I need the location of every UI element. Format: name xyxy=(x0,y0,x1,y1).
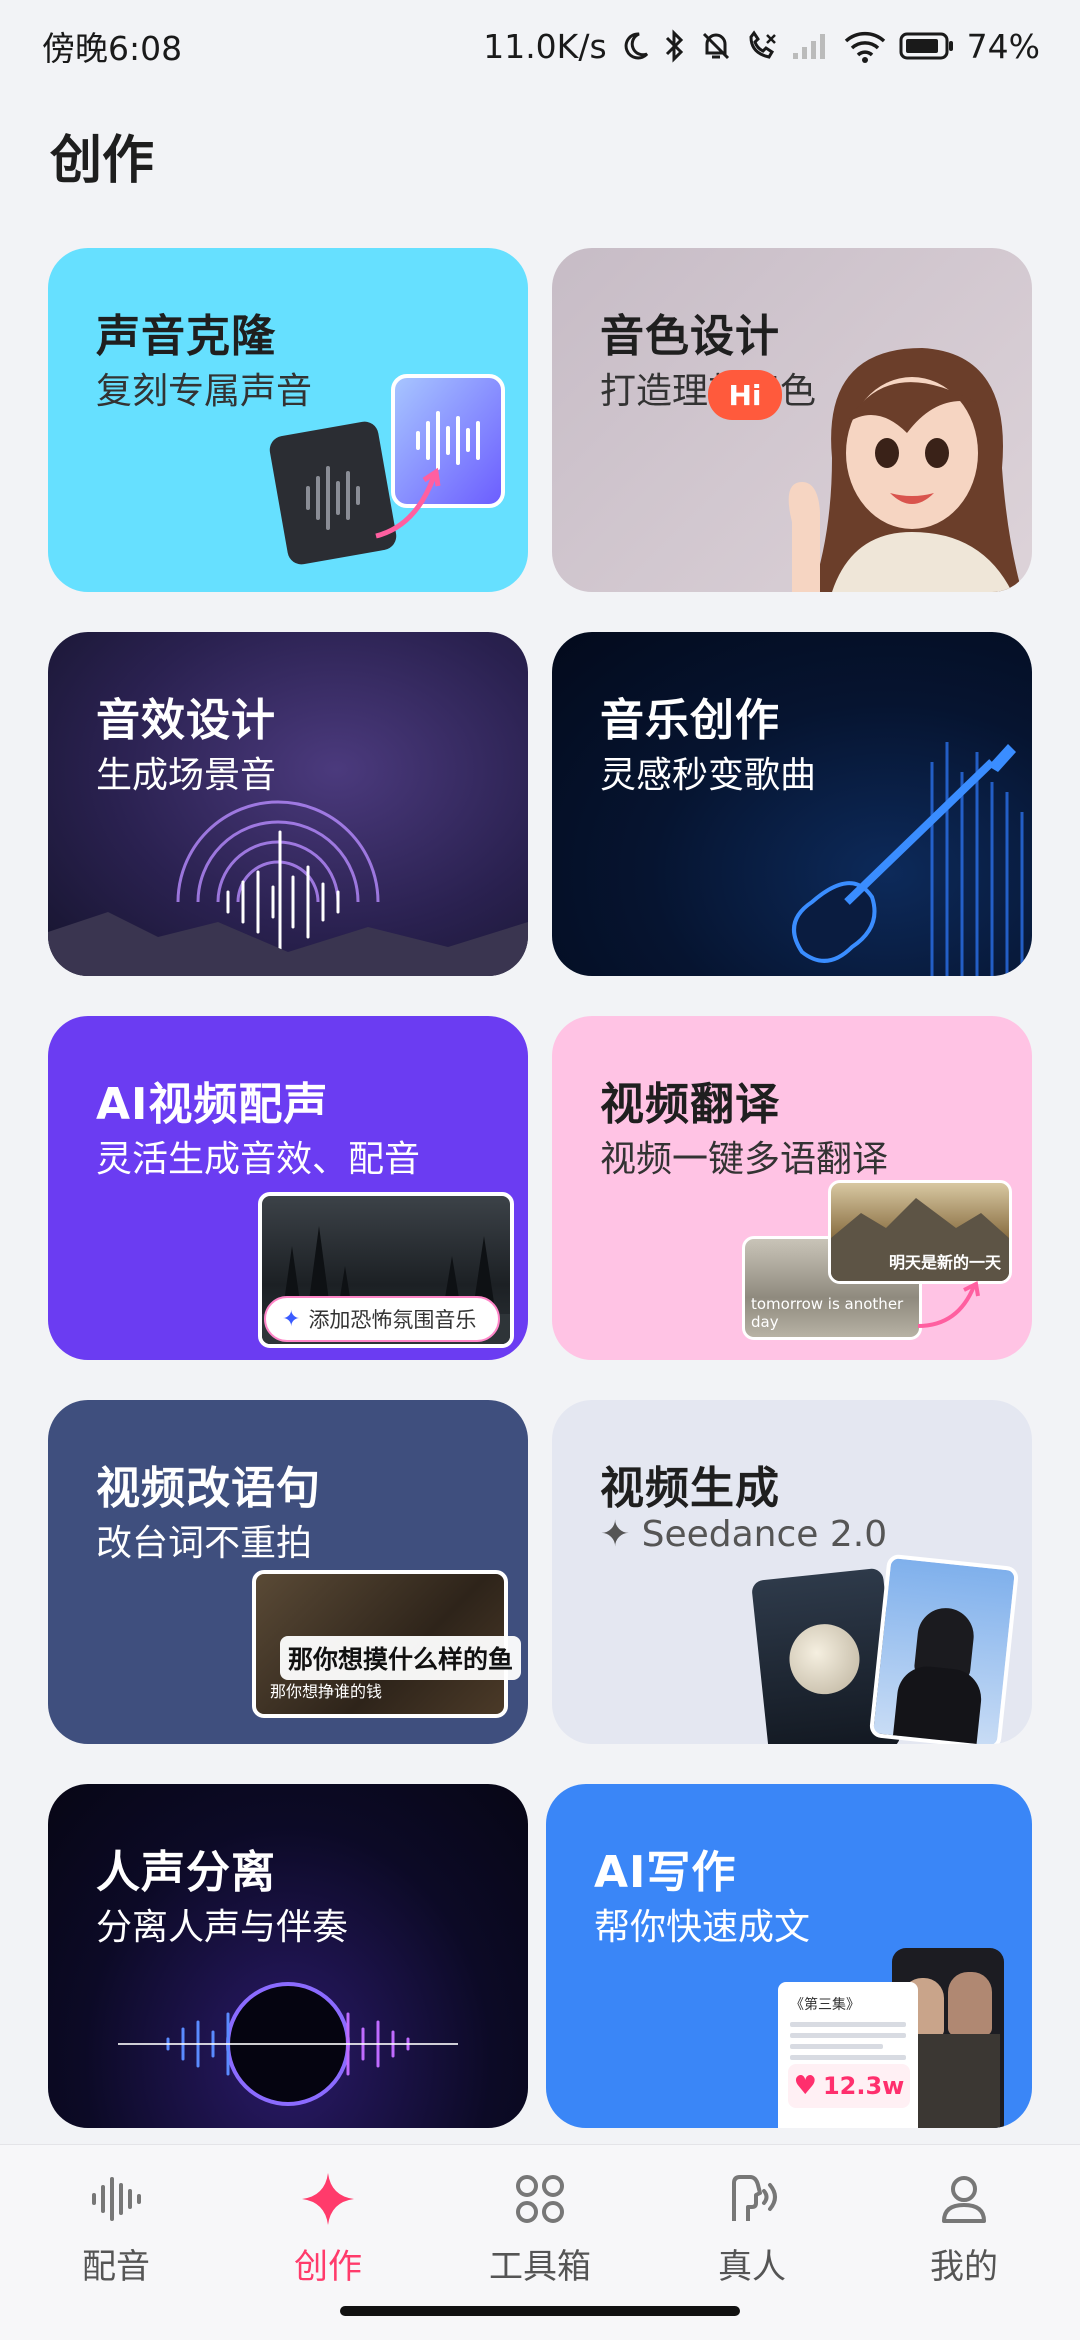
status-bar: 傍晚6:08 11.0K/s 74% xyxy=(0,0,1080,92)
wifi-icon xyxy=(843,29,887,63)
card-subtitle: 生成场景音 xyxy=(96,755,277,796)
page-title: 创作 xyxy=(50,131,155,191)
card-title: 声音克隆 xyxy=(96,311,276,362)
vocal-wave-illustration xyxy=(118,1982,458,2106)
card-title: 视频改语句 xyxy=(96,1463,321,1514)
timbre-design-card[interactable]: 音色设计 打造理想音色 Hi xyxy=(552,248,1032,592)
person-voice-icon xyxy=(722,2169,782,2229)
card-title: 视频生成 xyxy=(600,1463,780,1514)
home-indicator[interactable] xyxy=(340,2306,740,2316)
network-speed: 11.0K/s xyxy=(483,26,607,66)
doc-title: 《第三集》 xyxy=(790,1997,860,2013)
battery-icon xyxy=(899,31,955,61)
card-subtitle: 灵感秒变歌曲 xyxy=(600,755,817,796)
translate-arrow-icon xyxy=(917,1281,980,1328)
nav-label: 工具箱 xyxy=(489,2247,591,2287)
call-off-icon xyxy=(745,29,779,63)
battery-percent: 74% xyxy=(966,26,1040,66)
music-creation-card[interactable]: 音乐创作 灵感秒变歌曲 xyxy=(552,632,1032,976)
card-subtitle: 帮你快速成文 xyxy=(594,1907,811,1948)
voice-clone-card[interactable]: 声音克隆 复刻专属声音 xyxy=(48,248,528,592)
status-icons: 11.0K/s 74% xyxy=(483,27,1040,66)
girl-avatar-illustration xyxy=(788,348,1022,592)
nav-label: 创作 xyxy=(294,2247,362,2287)
video-generation-card[interactable]: 视频生成 ✦ Seedance 2.0 xyxy=(552,1400,1032,1744)
profile-icon xyxy=(934,2169,994,2229)
card-title: 视频翻译 xyxy=(600,1079,780,1130)
likes-badge: ♥ 12.3w xyxy=(788,2064,910,2108)
card-subtitle: 灵活生成音效、配音 xyxy=(96,1139,421,1180)
ai-writing-card[interactable]: AI写作 帮你快速成文 《第三集》 ♥ 12.3w xyxy=(546,1784,1032,2128)
card-title: 音乐创作 xyxy=(600,695,780,746)
portrait-video-thumbnail xyxy=(868,1553,1020,1744)
add-music-chip: ✦ 添加恐怖氛围音乐 xyxy=(264,1296,501,1342)
video-line-edit-card[interactable]: 视频改语句 改台词不重拍 那你想挣谁的钱 那你想摸什么样的鱼 xyxy=(48,1400,528,1744)
card-title: AI视频配声 xyxy=(96,1079,329,1130)
card-title: 音色设计 xyxy=(600,311,780,362)
video-translation-card[interactable]: 视频翻译 视频一键多语翻译 tomorrow is another day 明天… xyxy=(552,1016,1032,1360)
likes-count: 12.3w xyxy=(822,2072,905,2100)
status-time: 傍晚6:08 xyxy=(42,29,183,68)
card-subtitle: 分离人声与伴奏 xyxy=(96,1907,349,1948)
chip-label: 添加恐怖氛围音乐 xyxy=(308,1308,477,1332)
sparkle-icon xyxy=(298,2169,358,2229)
caption-english: tomorrow is another day xyxy=(751,1295,904,1331)
card-subtitle: 复刻专属声音 xyxy=(96,371,313,412)
ai-video-dubbing-card[interactable]: AI视频配声 灵活生成音效、配音 ✦ 添加恐怖氛围音乐 xyxy=(48,1016,528,1360)
heart-icon: ♥ xyxy=(793,2071,817,2101)
card-title: 音效设计 xyxy=(96,695,276,746)
card-subtitle: ✦ Seedance 2.0 xyxy=(600,1514,888,1555)
nav-item-dubbing[interactable]: 配音 xyxy=(26,2145,206,2340)
card-subtitle: 改台词不重拍 xyxy=(96,1523,313,1564)
signal-icon xyxy=(791,31,831,61)
caption-small: 那你想挣谁的钱 xyxy=(270,1682,383,1701)
card-title: AI写作 xyxy=(594,1847,737,1898)
moon-icon xyxy=(619,30,651,62)
sparkle-icon: ✦ xyxy=(282,1306,301,1332)
nav-label: 真人 xyxy=(718,2247,786,2287)
card-title: 人声分离 xyxy=(96,1847,276,1898)
grid-icon xyxy=(510,2169,570,2229)
caption-main: 那你想摸什么样的鱼 xyxy=(280,1636,522,1680)
sound-effect-design-card[interactable]: 音效设计 生成场景音 xyxy=(48,632,528,976)
card-subtitle: 视频一键多语翻译 xyxy=(600,1139,889,1180)
vocal-separation-card[interactable]: 人声分离 分离人声与伴奏 xyxy=(48,1784,528,2128)
nav-label: 配音 xyxy=(82,2247,150,2287)
waveform-icon xyxy=(86,2169,146,2229)
bluetooth-icon xyxy=(663,28,687,64)
hi-speech-bubble: Hi xyxy=(708,370,782,420)
nav-item-profile[interactable]: 我的 xyxy=(874,2145,1054,2340)
mute-bell-icon xyxy=(699,29,733,63)
nav-label: 我的 xyxy=(930,2247,998,2287)
